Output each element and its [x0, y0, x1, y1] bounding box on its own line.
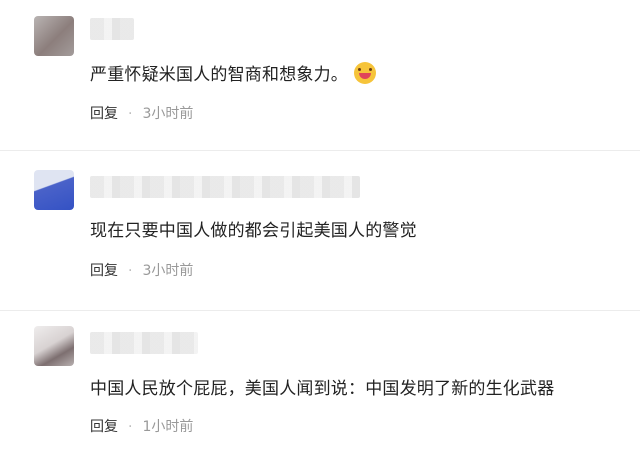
- reply-button[interactable]: 回复: [90, 419, 118, 435]
- comment-text-content: 中国人民放个屁屁，美国人闻到说：中国发明了新的生化武器: [90, 379, 555, 399]
- comment-meta: 回复 · 3小时前: [90, 103, 193, 123]
- meta-separator: ·: [128, 263, 133, 279]
- comment-text: 严重怀疑米国人的智商和想象力。: [90, 60, 376, 85]
- avatar[interactable]: [34, 326, 74, 366]
- comment-text-content: 严重怀疑米国人的智商和想象力。: [90, 65, 348, 85]
- username-blurred[interactable]: [90, 176, 360, 198]
- meta-separator: ·: [128, 106, 133, 122]
- comment-time: 3小时前: [142, 263, 194, 279]
- comment-item: 现在只要中国人做的都会引起美国人的警觉 回复 · 3小时前: [0, 150, 640, 310]
- reply-button[interactable]: 回复: [90, 263, 118, 279]
- comment-item: 中国人民放个屁屁，美国人闻到说：中国发明了新的生化武器 回复 · 1小时前: [0, 310, 640, 468]
- comment-text-content: 现在只要中国人做的都会引起美国人的警觉: [90, 221, 417, 241]
- comment-meta: 回复 · 1小时前: [90, 416, 193, 436]
- comment-time: 3小时前: [142, 106, 194, 122]
- comment-time: 1小时前: [142, 419, 194, 435]
- comment-item: 严重怀疑米国人的智商和想象力。 回复 · 3小时前: [0, 0, 640, 150]
- comment-text: 中国人民放个屁屁，美国人闻到说：中国发明了新的生化武器: [90, 374, 554, 399]
- comment-meta: 回复 · 3小时前: [90, 260, 193, 280]
- avatar[interactable]: [34, 170, 74, 210]
- username-blurred[interactable]: [90, 332, 198, 354]
- meta-separator: ·: [128, 419, 133, 435]
- grinning-face-emoji-icon: [354, 62, 376, 84]
- comment-text: 现在只要中国人做的都会引起美国人的警觉: [90, 216, 417, 241]
- username-blurred[interactable]: [90, 18, 134, 40]
- reply-button[interactable]: 回复: [90, 106, 118, 122]
- avatar[interactable]: [34, 16, 74, 56]
